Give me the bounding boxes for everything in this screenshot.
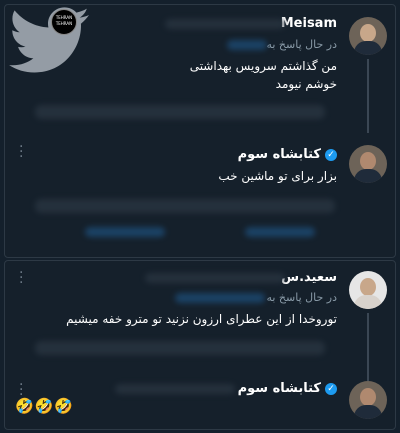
thread-line xyxy=(367,313,369,381)
blurred-link xyxy=(85,227,165,237)
verified-badge-icon: ✓ xyxy=(325,148,337,161)
emoji-reaction: 🤣🤣🤣 xyxy=(15,397,75,415)
author-name[interactable]: ✓کتابشاه سوم xyxy=(238,381,337,396)
thread-line xyxy=(367,59,369,133)
verified-badge-icon: ✓ xyxy=(325,382,337,395)
blurred-handle xyxy=(165,19,285,29)
more-options-icon[interactable]: · · · xyxy=(19,140,23,164)
avatar-meisam[interactable] xyxy=(349,17,387,55)
author-name[interactable]: Meisam xyxy=(281,16,337,31)
more-options-icon[interactable]: · · · xyxy=(19,378,23,402)
twitter-logo-icon xyxy=(9,7,89,73)
replying-to-label: در حال پاسخ به xyxy=(266,291,337,304)
avatar-ketabshah[interactable] xyxy=(349,381,387,419)
blurred-actions xyxy=(35,199,335,213)
tweet-text-line1: من گذاشتم سرویس بهداشتی xyxy=(189,59,337,73)
tweet-text: توروخدا از این عطرای ارزون نزنید تو مترو… xyxy=(66,312,337,326)
avatar-ketabshah[interactable] xyxy=(349,145,387,183)
blurred-link xyxy=(245,227,315,237)
more-options-icon[interactable]: · · · xyxy=(19,266,23,290)
avatar-saeed[interactable] xyxy=(349,271,387,309)
tweet-card-bottom: · · · سعید.س در حال پاسخ به توروخدا از این… xyxy=(4,260,396,430)
tweet-text-line2: خوشم نیومد xyxy=(275,77,337,91)
blurred-mention xyxy=(175,293,265,303)
tweet-text: بزار برای تو ماشین خب xyxy=(218,169,337,183)
replying-to-label: در حال پاسخ به xyxy=(266,38,337,51)
tweet-card-top: TEHRAN TEHRAN Meisam در حال پاسخ به من گ… xyxy=(4,4,396,258)
blurred-actions xyxy=(35,341,325,355)
author-name[interactable]: ✓کتابشاه سوم xyxy=(238,147,337,162)
blurred-mention xyxy=(227,40,267,50)
blurred-actions xyxy=(35,105,325,119)
blurred-handle xyxy=(115,384,235,394)
watermark-badge: TEHRAN TEHRAN xyxy=(51,9,77,35)
author-name[interactable]: سعید.س xyxy=(281,270,337,285)
blurred-handle xyxy=(145,273,285,283)
